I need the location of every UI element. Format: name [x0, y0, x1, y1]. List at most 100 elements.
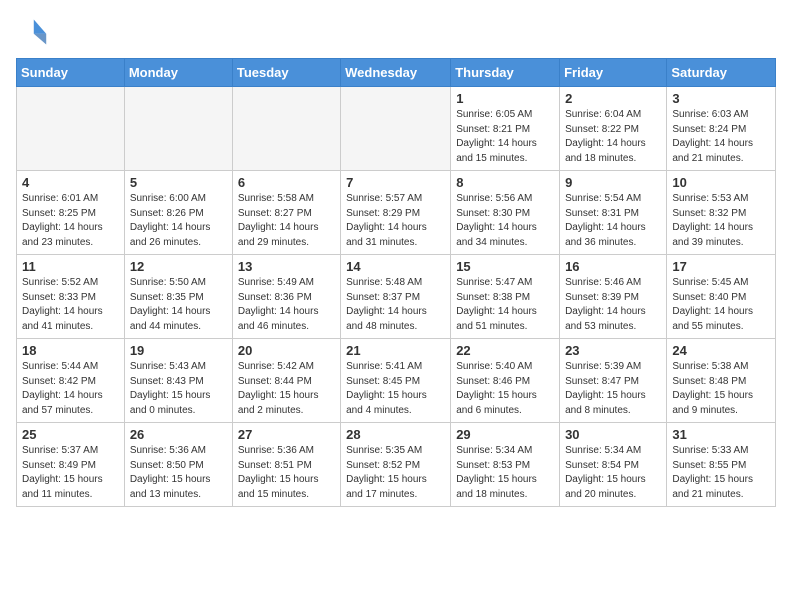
- day-info: Sunrise: 5:39 AMSunset: 8:47 PMDaylight:…: [565, 360, 661, 418]
- day-number: 15: [456, 259, 554, 274]
- calendar-day: 13 Sunrise: 5:49 AMSunset: 8:36 PMDayligh…: [232, 255, 340, 339]
- calendar-day: 26 Sunrise: 5:36 AMSunset: 8:50 PMDayligh…: [124, 423, 232, 507]
- calendar-day: 10 Sunrise: 5:53 AMSunset: 8:32 PMDayligh…: [667, 171, 776, 255]
- day-number: 21: [346, 343, 445, 358]
- calendar-week-4: 18Sunrise: 5:44 AMSunset: 8:42 PMDayligh…: [17, 339, 776, 423]
- calendar-day: 2 Sunrise: 6:04 AMSunset: 8:22 PMDaylight…: [560, 87, 667, 171]
- calendar-day: 17Sunrise: 5:45 AMSunset: 8:40 PMDayligh…: [667, 255, 776, 339]
- day-info: Sunrise: 5:33 AMSunset: 8:55 PMDaylight:…: [672, 444, 770, 502]
- day-number: 22: [456, 343, 554, 358]
- calendar-day: 19 Sunrise: 5:43 AMSunset: 8:43 PMDayligh…: [124, 339, 232, 423]
- day-info: Sunrise: 5:44 AMSunset: 8:42 PMDaylight:…: [22, 360, 119, 418]
- day-info: Sunrise: 5:34 AMSunset: 8:54 PMDaylight:…: [565, 444, 661, 502]
- calendar-day: 7Sunrise: 5:57 AMSunset: 8:29 PMDaylight…: [341, 171, 451, 255]
- day-info: Sunrise: 5:42 AMSunset: 8:44 PMDaylight:…: [238, 360, 335, 418]
- weekday-header-friday: Friday: [560, 59, 667, 87]
- calendar-week-5: 25 Sunrise: 5:37 AMSunset: 8:49 PMDayligh…: [17, 423, 776, 507]
- day-number: 4: [22, 175, 119, 190]
- calendar-day: 21 Sunrise: 5:41 AMSunset: 8:45 PMDayligh…: [341, 339, 451, 423]
- calendar-day: 6 Sunrise: 5:58 AMSunset: 8:27 PMDaylight…: [232, 171, 340, 255]
- day-info: Sunrise: 6:03 AMSunset: 8:24 PMDaylight:…: [672, 108, 770, 166]
- day-info: Sunrise: 5:52 AMSunset: 8:33 PMDaylight:…: [22, 276, 119, 334]
- day-info: Sunrise: 5:41 AMSunset: 8:45 PMDaylight:…: [346, 360, 445, 418]
- calendar-day: 8 Sunrise: 5:56 AMSunset: 8:30 PMDaylight…: [451, 171, 560, 255]
- day-info: Sunrise: 6:00 AMSunset: 8:26 PMDaylight:…: [130, 192, 227, 250]
- weekday-header-thursday: Thursday: [451, 59, 560, 87]
- day-info: Sunrise: 5:36 AMSunset: 8:51 PMDaylight:…: [238, 444, 335, 502]
- day-info: Sunrise: 5:56 AMSunset: 8:30 PMDaylight:…: [456, 192, 554, 250]
- calendar-day: 4 Sunrise: 6:01 AMSunset: 8:25 PMDaylight…: [17, 171, 125, 255]
- day-number: 2: [565, 91, 661, 106]
- day-number: 30: [565, 427, 661, 442]
- calendar-day: 14Sunrise: 5:48 AMSunset: 8:37 PMDayligh…: [341, 255, 451, 339]
- calendar-day: 15 Sunrise: 5:47 AMSunset: 8:38 PMDayligh…: [451, 255, 560, 339]
- day-number: 12: [130, 259, 227, 274]
- day-info: Sunrise: 5:35 AMSunset: 8:52 PMDaylight:…: [346, 444, 445, 502]
- day-info: Sunrise: 5:36 AMSunset: 8:50 PMDaylight:…: [130, 444, 227, 502]
- day-info: Sunrise: 6:04 AMSunset: 8:22 PMDaylight:…: [565, 108, 661, 166]
- calendar-day: [17, 87, 125, 171]
- day-info: Sunrise: 5:58 AMSunset: 8:27 PMDaylight:…: [238, 192, 335, 250]
- day-number: 23: [565, 343, 661, 358]
- calendar-day: 24 Sunrise: 5:38 AMSunset: 8:48 PMDayligh…: [667, 339, 776, 423]
- calendar-day: 9 Sunrise: 5:54 AMSunset: 8:31 PMDaylight…: [560, 171, 667, 255]
- day-number: 28: [346, 427, 445, 442]
- day-info: Sunrise: 5:40 AMSunset: 8:46 PMDaylight:…: [456, 360, 554, 418]
- calendar-day: 28 Sunrise: 5:35 AMSunset: 8:52 PMDayligh…: [341, 423, 451, 507]
- calendar-day: 29 Sunrise: 5:34 AMSunset: 8:53 PMDayligh…: [451, 423, 560, 507]
- day-info: Sunrise: 5:49 AMSunset: 8:36 PMDaylight:…: [238, 276, 335, 334]
- day-number: 20: [238, 343, 335, 358]
- day-number: 26: [130, 427, 227, 442]
- day-number: 6: [238, 175, 335, 190]
- calendar-day: 16Sunrise: 5:46 AMSunset: 8:39 PMDayligh…: [560, 255, 667, 339]
- day-number: 1: [456, 91, 554, 106]
- day-info: Sunrise: 6:01 AMSunset: 8:25 PMDaylight:…: [22, 192, 119, 250]
- day-info: Sunrise: 5:43 AMSunset: 8:43 PMDaylight:…: [130, 360, 227, 418]
- calendar-day: [232, 87, 340, 171]
- day-info: Sunrise: 5:37 AMSunset: 8:49 PMDaylight:…: [22, 444, 119, 502]
- logo-icon: [16, 16, 48, 48]
- day-info: Sunrise: 5:45 AMSunset: 8:40 PMDaylight:…: [672, 276, 770, 334]
- day-number: 27: [238, 427, 335, 442]
- weekday-header-wednesday: Wednesday: [341, 59, 451, 87]
- day-number: 8: [456, 175, 554, 190]
- calendar-day: 22 Sunrise: 5:40 AMSunset: 8:46 PMDayligh…: [451, 339, 560, 423]
- day-info: Sunrise: 5:38 AMSunset: 8:48 PMDaylight:…: [672, 360, 770, 418]
- day-number: 24: [672, 343, 770, 358]
- day-number: 3: [672, 91, 770, 106]
- day-number: 13: [238, 259, 335, 274]
- calendar-day: 11Sunrise: 5:52 AMSunset: 8:33 PMDayligh…: [17, 255, 125, 339]
- calendar-week-3: 11Sunrise: 5:52 AMSunset: 8:33 PMDayligh…: [17, 255, 776, 339]
- calendar-day: 18Sunrise: 5:44 AMSunset: 8:42 PMDayligh…: [17, 339, 125, 423]
- calendar-day: [124, 87, 232, 171]
- day-info: Sunrise: 5:54 AMSunset: 8:31 PMDaylight:…: [565, 192, 661, 250]
- weekday-header-sunday: Sunday: [17, 59, 125, 87]
- day-number: 5: [130, 175, 227, 190]
- logo: [16, 16, 52, 48]
- day-number: 19: [130, 343, 227, 358]
- day-number: 29: [456, 427, 554, 442]
- calendar-day: 30 Sunrise: 5:34 AMSunset: 8:54 PMDayligh…: [560, 423, 667, 507]
- calendar-day: 23 Sunrise: 5:39 AMSunset: 8:47 PMDayligh…: [560, 339, 667, 423]
- day-info: Sunrise: 5:47 AMSunset: 8:38 PMDaylight:…: [456, 276, 554, 334]
- calendar-week-1: 1Sunrise: 6:05 AMSunset: 8:21 PMDaylight…: [17, 87, 776, 171]
- day-info: Sunrise: 5:53 AMSunset: 8:32 PMDaylight:…: [672, 192, 770, 250]
- calendar-day: 5 Sunrise: 6:00 AMSunset: 8:26 PMDaylight…: [124, 171, 232, 255]
- weekday-header-row: SundayMondayTuesdayWednesdayThursdayFrid…: [17, 59, 776, 87]
- calendar-day: 12Sunrise: 5:50 AMSunset: 8:35 PMDayligh…: [124, 255, 232, 339]
- weekday-header-saturday: Saturday: [667, 59, 776, 87]
- calendar-day: 1Sunrise: 6:05 AMSunset: 8:21 PMDaylight…: [451, 87, 560, 171]
- calendar-day: 27 Sunrise: 5:36 AMSunset: 8:51 PMDayligh…: [232, 423, 340, 507]
- calendar-week-2: 4 Sunrise: 6:01 AMSunset: 8:25 PMDaylight…: [17, 171, 776, 255]
- calendar-day: 20 Sunrise: 5:42 AMSunset: 8:44 PMDayligh…: [232, 339, 340, 423]
- day-number: 10: [672, 175, 770, 190]
- calendar-body: 1Sunrise: 6:05 AMSunset: 8:21 PMDaylight…: [17, 87, 776, 507]
- day-number: 7: [346, 175, 445, 190]
- day-number: 25: [22, 427, 119, 442]
- day-number: 9: [565, 175, 661, 190]
- day-info: Sunrise: 5:34 AMSunset: 8:53 PMDaylight:…: [456, 444, 554, 502]
- day-info: Sunrise: 5:46 AMSunset: 8:39 PMDaylight:…: [565, 276, 661, 334]
- calendar-day: 31Sunrise: 5:33 AMSunset: 8:55 PMDayligh…: [667, 423, 776, 507]
- calendar-day: 25 Sunrise: 5:37 AMSunset: 8:49 PMDayligh…: [17, 423, 125, 507]
- weekday-header-tuesday: Tuesday: [232, 59, 340, 87]
